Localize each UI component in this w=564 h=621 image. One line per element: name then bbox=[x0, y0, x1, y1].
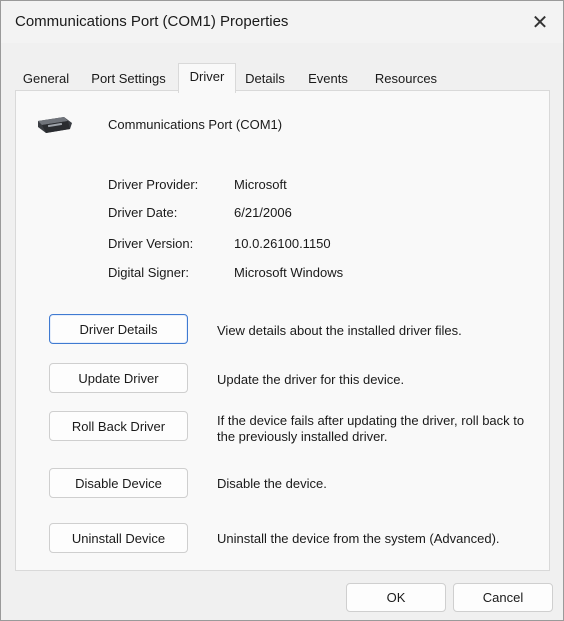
tab-driver[interactable]: Driver bbox=[178, 63, 236, 93]
driver-version-label: Driver Version: bbox=[108, 236, 194, 251]
ok-button[interactable]: OK bbox=[346, 583, 446, 612]
driver-date-label: Driver Date: bbox=[108, 205, 178, 220]
driver-tab-panel: Communications Port (COM1) Driver Provid… bbox=[15, 90, 550, 571]
tab-port-settings[interactable]: Port Settings bbox=[81, 67, 176, 91]
tab-general[interactable]: General bbox=[15, 67, 77, 91]
close-icon: ✕ bbox=[531, 11, 549, 34]
driver-details-description: View details about the installed driver … bbox=[217, 323, 462, 338]
cancel-button[interactable]: Cancel bbox=[453, 583, 553, 612]
digital-signer-label: Digital Signer: bbox=[108, 265, 189, 280]
update-driver-button[interactable]: Update Driver bbox=[49, 363, 188, 393]
tab-details[interactable]: Details bbox=[237, 67, 293, 91]
tab-strip: General Port Settings Driver Details Eve… bbox=[15, 63, 549, 93]
dialog-title: Communications Port (COM1) Properties bbox=[15, 13, 289, 30]
driver-date-value: 6/21/2006 bbox=[234, 205, 292, 220]
roll-back-driver-button[interactable]: Roll Back Driver bbox=[49, 411, 188, 441]
digital-signer-value: Microsoft Windows bbox=[234, 265, 344, 280]
uninstall-device-description: Uninstall the device from the system (Ad… bbox=[217, 531, 500, 546]
roll-back-driver-description: If the device fails after updating the d… bbox=[217, 413, 525, 444]
title-bar: Communications Port (COM1) Properties ✕ bbox=[1, 1, 563, 43]
properties-dialog: Communications Port (COM1) Properties ✕ … bbox=[0, 0, 564, 621]
tab-resources[interactable]: Resources bbox=[367, 67, 445, 91]
driver-details-button[interactable]: Driver Details bbox=[49, 314, 188, 344]
uninstall-device-button[interactable]: Uninstall Device bbox=[49, 523, 188, 553]
tab-events[interactable]: Events bbox=[297, 67, 359, 91]
driver-provider-value: Microsoft bbox=[234, 177, 287, 192]
disable-device-button[interactable]: Disable Device bbox=[49, 468, 188, 498]
disable-device-description: Disable the device. bbox=[217, 476, 327, 491]
device-name: Communications Port (COM1) bbox=[108, 117, 283, 132]
driver-version-value: 10.0.26100.1150 bbox=[234, 236, 331, 251]
update-driver-description: Update the driver for this device. bbox=[217, 372, 405, 387]
close-button[interactable]: ✕ bbox=[517, 1, 563, 43]
serial-port-connector-icon bbox=[38, 117, 72, 133]
driver-provider-label: Driver Provider: bbox=[108, 177, 199, 192]
